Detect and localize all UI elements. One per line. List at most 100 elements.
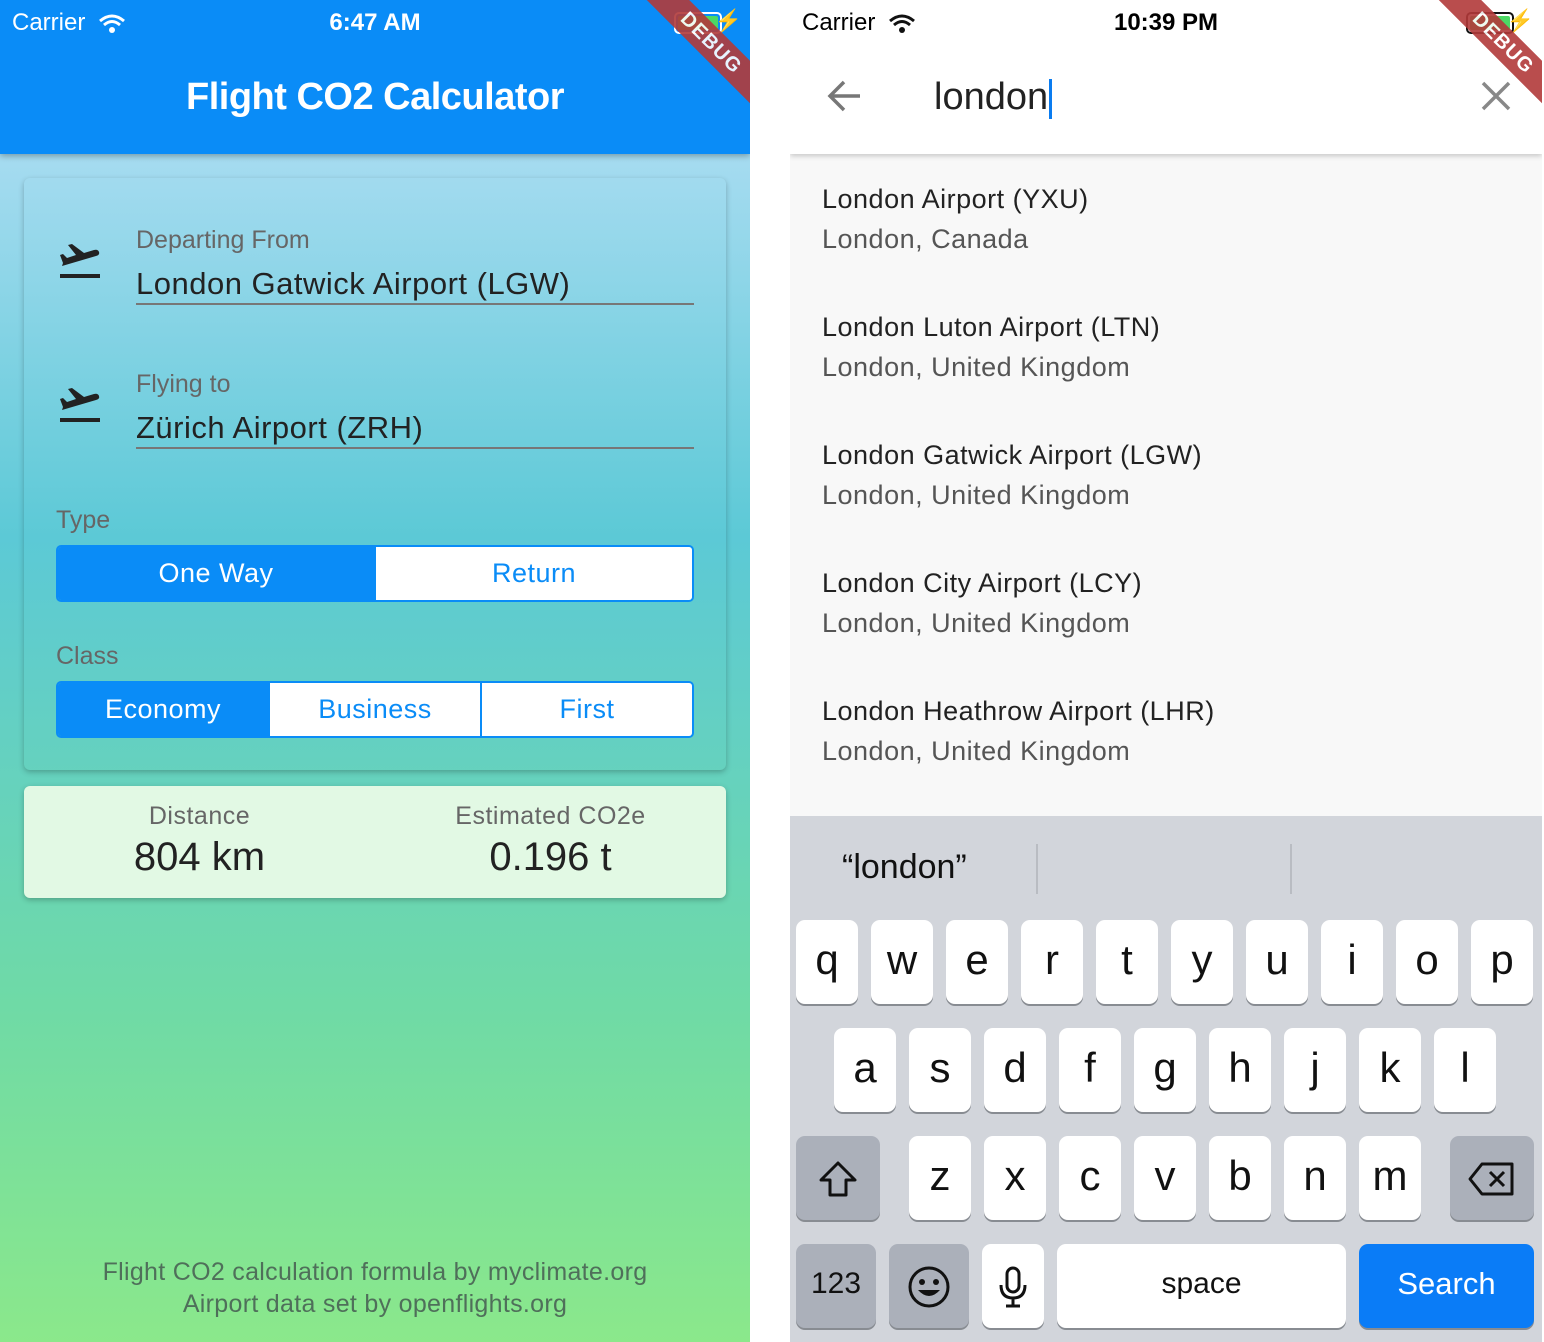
formula-credit: Flight CO2 calculation formula by myclim… — [102, 1258, 648, 1286]
result-title: London City Airport (LCY) — [822, 568, 1143, 598]
arriving-label: Flying to — [136, 370, 231, 398]
departing-field[interactable]: Departing From London Gatwick Airport (L… — [24, 178, 726, 305]
key-k[interactable]: k — [1359, 1028, 1421, 1112]
type-label: Type — [56, 506, 111, 534]
app-bar: Carrier 6:47 AM ⚡ DEBUG Flight CO2 Calcu… — [0, 0, 750, 154]
space-key[interactable]: space — [1057, 1244, 1346, 1328]
backspace-key[interactable] — [1450, 1136, 1534, 1220]
key-s[interactable]: s — [909, 1028, 971, 1112]
key-b[interactable]: b — [1209, 1136, 1271, 1220]
key-j[interactable]: j — [1284, 1028, 1346, 1112]
distance-stat: Distance 804 km — [24, 786, 375, 880]
key-l[interactable]: l — [1434, 1028, 1496, 1112]
key-g[interactable]: g — [1134, 1028, 1196, 1112]
key-y[interactable]: y — [1171, 920, 1233, 1004]
distance-label: Distance — [148, 802, 251, 830]
search-key[interactable]: Search — [1359, 1244, 1534, 1328]
key-d[interactable]: d — [984, 1028, 1046, 1112]
co2-label: Estimated CO2e — [455, 802, 646, 830]
credits-footer: Flight CO2 calculation formula by myclim… — [0, 1256, 750, 1320]
shift-key[interactable] — [796, 1136, 880, 1220]
search-screen: Carrier 10:39 PM ⚡ DEBUG london London A… — [790, 0, 1542, 1342]
departing-underline — [136, 303, 694, 305]
class-selector: Economy Business First — [56, 681, 694, 738]
calculator-screen: Carrier 6:47 AM ⚡ DEBUG Flight CO2 Calcu… — [0, 0, 750, 1342]
status-bar: Carrier 6:47 AM ⚡ — [0, 0, 750, 46]
result-subtitle: London, United Kingdom — [822, 608, 1131, 638]
distance-value: 804 km — [133, 835, 266, 879]
result-card: Distance 804 km Estimated CO2e 0.196 t — [24, 786, 726, 898]
key-v[interactable]: v — [1134, 1136, 1196, 1220]
result-title: London Heathrow Airport (LHR) — [822, 696, 1215, 726]
search-bar: Carrier 10:39 PM ⚡ DEBUG london — [790, 0, 1542, 154]
key-n[interactable]: n — [1284, 1136, 1346, 1220]
search-input[interactable]: london — [934, 76, 1053, 119]
key-o[interactable]: o — [1396, 920, 1458, 1004]
option-one-way[interactable]: One Way — [58, 547, 374, 600]
departing-value: London Gatwick Airport (LGW) — [136, 266, 571, 301]
key-f[interactable]: f — [1059, 1028, 1121, 1112]
keyboard: “london” q w e r t y u i o p a s d f g h… — [790, 816, 1542, 1342]
search-query-text: london — [934, 76, 1049, 118]
numbers-key[interactable]: 123 — [796, 1244, 876, 1328]
flight-form-card: Departing From London Gatwick Airport (L… — [24, 178, 726, 770]
list-item[interactable]: London Gatwick Airport (LGW) London, Uni… — [790, 410, 1542, 538]
co2-stat: Estimated CO2e 0.196 t — [375, 786, 726, 880]
close-icon[interactable] — [1480, 80, 1512, 112]
key-u[interactable]: u — [1246, 920, 1308, 1004]
list-item[interactable]: London City Airport (LCY) London, United… — [790, 538, 1542, 666]
arriving-field[interactable]: Flying to Zürich Airport (ZRH) — [24, 322, 726, 449]
result-subtitle: London, United Kingdom — [822, 736, 1131, 766]
list-item[interactable]: London Heathrow Airport (LHR) London, Un… — [790, 666, 1542, 794]
key-q[interactable]: q — [796, 920, 858, 1004]
class-label: Class — [56, 642, 119, 670]
key-x[interactable]: x — [984, 1136, 1046, 1220]
arrow-left-icon[interactable] — [826, 78, 862, 114]
dictation-key[interactable] — [982, 1244, 1044, 1328]
key-e[interactable]: e — [946, 920, 1008, 1004]
key-c[interactable]: c — [1059, 1136, 1121, 1220]
status-bar: Carrier 10:39 PM ⚡ — [790, 0, 1542, 46]
option-economy[interactable]: Economy — [58, 683, 268, 736]
arriving-value: Zürich Airport (ZRH) — [136, 410, 424, 445]
shift-icon — [819, 1161, 857, 1197]
result-subtitle: London, United Kingdom — [822, 352, 1131, 382]
departing-label: Departing From — [136, 226, 310, 254]
trip-type-selector: One Way Return — [56, 545, 694, 602]
emoji-icon — [908, 1266, 950, 1308]
list-item[interactable]: London Luton Airport (LTN) London, Unite… — [790, 282, 1542, 410]
co2-value: 0.196 t — [489, 835, 612, 879]
key-i[interactable]: i — [1321, 920, 1383, 1004]
status-time: 10:39 PM — [1113, 9, 1219, 36]
status-time: 6:47 AM — [329, 9, 421, 36]
suggestion-item[interactable]: “london” — [842, 848, 967, 887]
option-business[interactable]: Business — [268, 683, 480, 736]
suggestion-divider — [1290, 844, 1292, 894]
emoji-key[interactable] — [889, 1244, 969, 1328]
key-h[interactable]: h — [1209, 1028, 1271, 1112]
data-credit: Airport data set by openflights.org — [182, 1290, 568, 1318]
suggestion-divider — [1036, 844, 1038, 894]
key-t[interactable]: t — [1096, 920, 1158, 1004]
list-item[interactable]: London Airport (YXU) London, Canada — [790, 154, 1542, 282]
flight-takeoff-icon — [60, 244, 100, 278]
text-caret — [1049, 78, 1053, 119]
option-return[interactable]: Return — [374, 547, 692, 600]
microphone-icon — [999, 1266, 1027, 1308]
backspace-icon — [1468, 1162, 1514, 1196]
result-title: London Airport (YXU) — [822, 184, 1089, 214]
key-r[interactable]: r — [1021, 920, 1083, 1004]
option-first[interactable]: First — [480, 683, 692, 736]
arriving-underline — [136, 447, 694, 449]
result-subtitle: London, United Kingdom — [822, 480, 1131, 510]
key-m[interactable]: m — [1359, 1136, 1421, 1220]
key-a[interactable]: a — [834, 1028, 896, 1112]
result-title: London Gatwick Airport (LGW) — [822, 440, 1203, 470]
key-w[interactable]: w — [871, 920, 933, 1004]
suggestion-bar: “london” — [790, 816, 1542, 918]
result-subtitle: London, Canada — [822, 224, 1029, 254]
key-p[interactable]: p — [1471, 920, 1533, 1004]
result-title: London Luton Airport (LTN) — [822, 312, 1161, 342]
flight-takeoff-icon — [60, 388, 100, 422]
key-z[interactable]: z — [909, 1136, 971, 1220]
